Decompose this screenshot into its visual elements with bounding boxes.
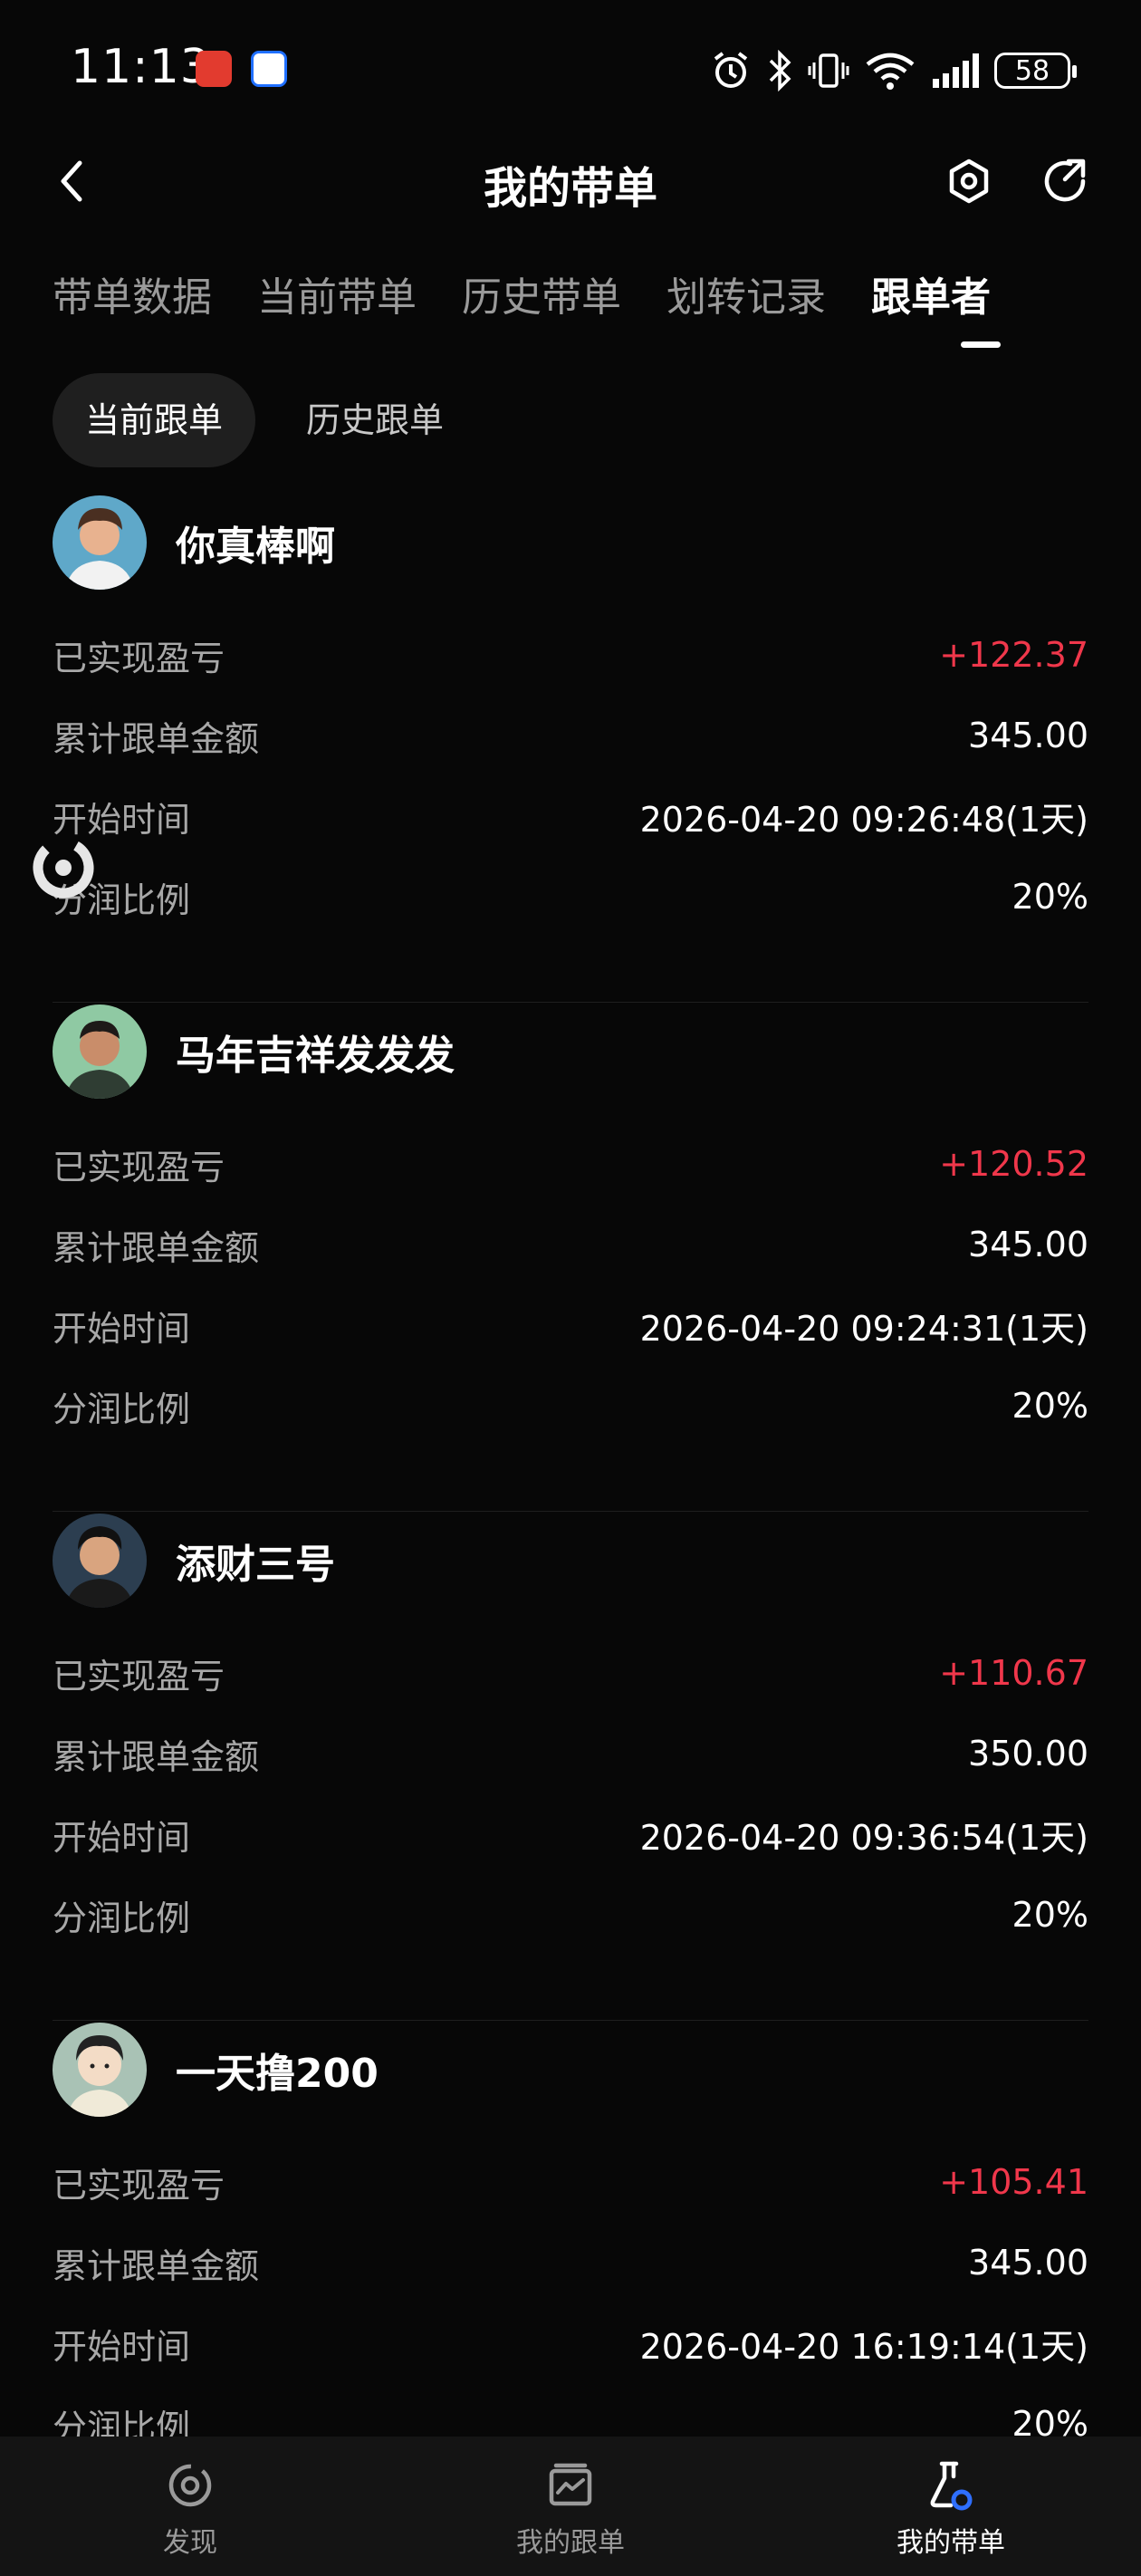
amount-label: 累计跟单金额: [53, 1227, 260, 1268]
pnl-value: +120.52: [939, 1144, 1088, 1184]
start-time-row: 开始时间 2026-04-20 09:36:54(1天): [53, 1807, 1088, 1861]
amount-value: 345.00: [968, 1225, 1088, 1264]
nav-label: 我的跟单: [516, 2527, 625, 2559]
start-time-row: 开始时间 2026-04-20 09:26:48(1天): [53, 789, 1088, 843]
signal-icon: [933, 53, 979, 88]
start-time-label: 开始时间: [53, 2326, 191, 2367]
discover-icon: [168, 2464, 212, 2507]
app-notification-icon: [251, 51, 287, 87]
start-time-value: 2026-04-20 09:26:48(1天): [639, 799, 1088, 840]
start-time-label: 开始时间: [53, 1308, 191, 1349]
start-time-row: 开始时间 2026-04-20 16:19:14(1天): [53, 2316, 1088, 2370]
follower-name: 你真棒啊: [176, 524, 335, 570]
amount-label: 累计跟单金额: [53, 718, 260, 759]
status-bar: 11:13 58: [0, 0, 1141, 136]
profit-share-value: 20%: [1012, 1895, 1088, 1935]
bluetooth-icon: [769, 50, 791, 91]
main-tabs: 带单数据 当前带单 历史带单 划转记录 跟单者: [53, 264, 991, 337]
follower-card[interactable]: 你真棒啊 已实现盈亏 +122.37 累计跟单金额 345.00 开始时间 20…: [53, 494, 1088, 1003]
header: 我的带单: [0, 136, 1141, 226]
pnl-label: 已实现盈亏: [53, 1147, 225, 1187]
status-icons: 58: [710, 43, 1077, 98]
profit-share-label: 分润比例: [53, 1389, 191, 1429]
alarm-icon: [714, 52, 748, 88]
profit-share-label: 分润比例: [53, 1898, 191, 1938]
tab-followers[interactable]: 跟单者: [871, 264, 991, 337]
follower-name: 一天撸200: [176, 2051, 379, 2097]
follower-name: 马年吉祥发发发: [176, 1033, 455, 1079]
amount-row: 累计跟单金额 345.00: [53, 2235, 1088, 2290]
follower-header: 一天撸200: [53, 2023, 379, 2117]
amount-value: 345.00: [968, 716, 1088, 755]
tab-current-leading[interactable]: 当前带单: [257, 264, 417, 337]
bottom-nav: 发现 我的跟单 我的带单: [0, 2437, 1141, 2576]
amount-label: 累计跟单金额: [53, 1736, 260, 1777]
loading-spinner-icon[interactable]: [29, 833, 98, 902]
pnl-label: 已实现盈亏: [53, 638, 225, 678]
follower-header: 马年吉祥发发发: [53, 1004, 455, 1099]
flask-icon: [930, 2461, 973, 2511]
profit-share-value: 20%: [1012, 1386, 1088, 1426]
start-time-value: 2026-04-20 16:19:14(1天): [639, 2326, 1088, 2367]
pnl-row: 已实现盈亏 +122.37: [53, 628, 1088, 682]
pnl-row: 已实现盈亏 +105.41: [53, 2155, 1088, 2209]
status-time: 11:13: [71, 40, 211, 94]
nav-my-leading[interactable]: 我的带单: [761, 2437, 1141, 2576]
battery-indicator: 58: [994, 53, 1077, 89]
settings-hexagon-icon[interactable]: [942, 154, 996, 208]
sub-tabs: 当前跟单 历史跟单: [53, 373, 476, 467]
pnl-row: 已实现盈亏 +110.67: [53, 1646, 1088, 1700]
amount-row: 累计跟单金额 350.00: [53, 1726, 1088, 1781]
profit-share-row: 分润比例 20%: [53, 1888, 1088, 1942]
pnl-value: +105.41: [939, 2162, 1088, 2202]
start-time-label: 开始时间: [53, 1817, 191, 1858]
amount-row: 累计跟单金额 345.00: [53, 708, 1088, 763]
avatar: [53, 2023, 147, 2117]
nav-discover[interactable]: 发现: [0, 2437, 380, 2576]
amount-row: 累计跟单金额 345.00: [53, 1217, 1088, 1272]
pnl-label: 已实现盈亏: [53, 2165, 225, 2206]
pnl-value: +122.37: [939, 635, 1088, 675]
share-icon[interactable]: [1038, 154, 1092, 208]
avatar: [53, 1004, 147, 1099]
wifi-icon: [866, 53, 915, 90]
amount-label: 累计跟单金额: [53, 2245, 260, 2286]
subtab-history-following[interactable]: 历史跟单: [273, 373, 476, 467]
pnl-label: 已实现盈亏: [53, 1656, 225, 1697]
follower-card[interactable]: 马年吉祥发发发 已实现盈亏 +120.52 累计跟单金额 345.00 开始时间…: [53, 1003, 1088, 1512]
profit-share-row: 分润比例 20%: [53, 1379, 1088, 1433]
avatar: [53, 1514, 147, 1608]
nav-label: 发现: [163, 2527, 217, 2559]
pnl-value: +110.67: [939, 1653, 1088, 1693]
chart-card-icon: [549, 2463, 592, 2506]
follower-card[interactable]: 添财三号 已实现盈亏 +110.67 累计跟单金额 350.00 开始时间 20…: [53, 1512, 1088, 2021]
follower-header: 你真棒啊: [53, 495, 335, 590]
pnl-row: 已实现盈亏 +120.52: [53, 1137, 1088, 1191]
follower-name: 添财三号: [176, 1542, 335, 1588]
amount-value: 345.00: [968, 2243, 1088, 2283]
start-time-value: 2026-04-20 09:24:31(1天): [639, 1308, 1088, 1349]
tab-leading-data[interactable]: 带单数据: [53, 264, 212, 337]
tab-history-leading[interactable]: 历史带单: [462, 264, 621, 337]
tab-transfer-records[interactable]: 划转记录: [666, 264, 826, 337]
nav-label: 我的带单: [896, 2527, 1005, 2559]
start-time-value: 2026-04-20 09:36:54(1天): [639, 1817, 1088, 1858]
subtab-current-following[interactable]: 当前跟单: [53, 373, 256, 467]
vibrate-icon: [808, 53, 849, 88]
start-time-row: 开始时间 2026-04-20 09:24:31(1天): [53, 1298, 1088, 1352]
profit-share-row: 分润比例 20%: [53, 870, 1088, 924]
follower-header: 添财三号: [53, 1514, 335, 1608]
app-notification-icon: [196, 51, 232, 87]
follower-list: 你真棒啊 已实现盈亏 +122.37 累计跟单金额 345.00 开始时间 20…: [53, 494, 1088, 2530]
avatar: [53, 495, 147, 590]
amount-value: 350.00: [968, 1734, 1088, 1773]
nav-my-following[interactable]: 我的跟单: [380, 2437, 761, 2576]
profit-share-value: 20%: [1012, 877, 1088, 917]
